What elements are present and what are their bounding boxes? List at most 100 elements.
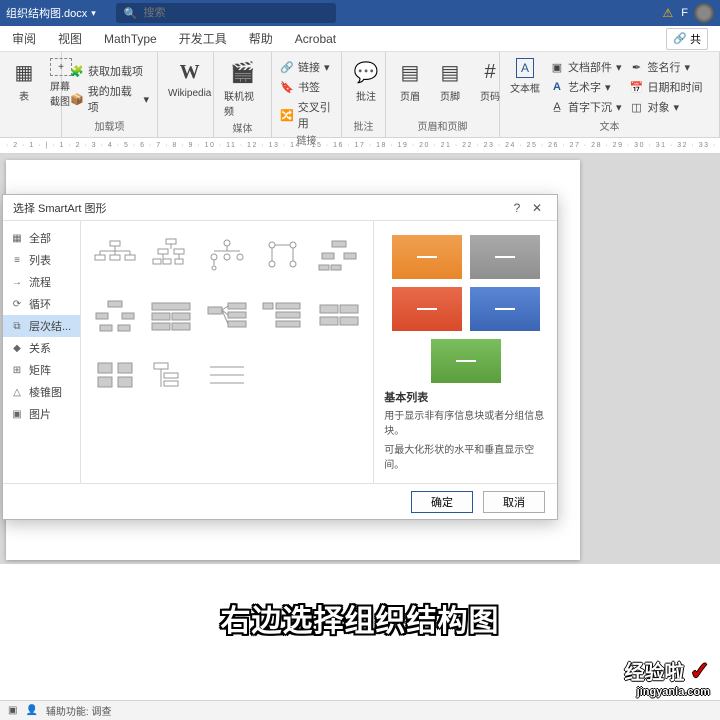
layout-thumb[interactable]: [203, 351, 251, 403]
warning-icon[interactable]: ⚠: [663, 6, 674, 20]
table-button[interactable]: ▦ 表: [8, 56, 40, 105]
layout-thumb[interactable]: [203, 291, 251, 343]
preview-desc-2: 可最大化形状的水平和垂直显示空间。: [384, 443, 547, 473]
cat-relationship[interactable]: ◆关系: [3, 337, 80, 359]
group-addins-label: 加载项: [70, 118, 149, 135]
dialog-title: 选择 SmartArt 图形: [13, 200, 107, 216]
watermark-url: jingyanla.com: [624, 686, 710, 698]
comment-button[interactable]: 💬 批注: [350, 56, 382, 105]
wikipedia-icon: W: [176, 58, 204, 86]
layout-thumb[interactable]: [91, 291, 139, 343]
checkmark-icon: ✓: [690, 658, 710, 685]
process-icon: →: [11, 276, 23, 288]
my-addins-button[interactable]: 📦我的加载项 ▾: [70, 82, 149, 116]
signature-icon: ✒: [630, 60, 644, 74]
smartart-dialog: 选择 SmartArt 图形 ? ✕ ▦全部 ≡列表 →流程 ⟳循环 ⧉层次结.…: [2, 194, 558, 520]
layout-thumb[interactable]: [315, 291, 363, 343]
cat-process[interactable]: →流程: [3, 271, 80, 293]
accessibility-icon[interactable]: 👤: [25, 705, 37, 716]
pyramid-icon: △: [11, 386, 23, 398]
crossref-icon: 🔀: [280, 108, 294, 122]
cancel-button[interactable]: 取消: [483, 491, 545, 513]
dropcap-button[interactable]: A̲首字下沉 ▾: [550, 98, 622, 116]
help-button[interactable]: ?: [507, 201, 527, 215]
bookmark-button[interactable]: 🔖书签: [280, 78, 333, 96]
chevron-down-icon[interactable]: ▾: [91, 8, 96, 19]
layout-thumb[interactable]: [147, 291, 195, 343]
online-video-button[interactable]: 🎬 联机视频: [222, 56, 263, 120]
footer-button[interactable]: ▤页脚: [434, 56, 466, 105]
watermark-brand: 经验啦: [624, 662, 684, 684]
group-headerfooter-label: 页眉和页脚: [394, 118, 491, 135]
layout-thumb[interactable]: [259, 231, 307, 283]
accessibility-status[interactable]: 辅助功能: 调查: [46, 703, 112, 718]
cat-picture[interactable]: ▣图片: [3, 403, 80, 425]
matrix-icon: ⊞: [11, 364, 23, 376]
preview-title: 基本列表: [384, 389, 547, 405]
cat-list[interactable]: ≡列表: [3, 249, 80, 271]
preview-block: [470, 235, 540, 279]
wordart-button[interactable]: A艺术字 ▾: [550, 78, 622, 96]
wikipedia-button[interactable]: W Wikipedia: [166, 56, 213, 101]
tab-mathtype[interactable]: MathType: [104, 32, 157, 46]
preview-block: [392, 287, 462, 331]
wordart-icon: A: [550, 80, 564, 94]
horizontal-ruler[interactable]: · 2 · 1 · | · 1 · 2 · 3 · 4 · 5 · 6 · 7 …: [0, 138, 720, 154]
ok-button[interactable]: 确定: [411, 491, 473, 513]
close-button[interactable]: ✕: [527, 201, 547, 215]
addins-icon: 📦: [70, 92, 84, 106]
share-button[interactable]: 🔗 共: [666, 28, 708, 50]
dialog-titlebar[interactable]: 选择 SmartArt 图形 ? ✕: [3, 195, 557, 220]
parts-button[interactable]: ▣文档部件 ▾: [550, 58, 622, 76]
preview-block: [470, 287, 540, 331]
tab-acrobat[interactable]: Acrobat: [295, 32, 336, 46]
layout-thumb[interactable]: [91, 351, 139, 403]
search-input-container[interactable]: 🔍: [116, 3, 336, 23]
tab-view[interactable]: 视图: [58, 30, 82, 47]
list-icon: ≡: [11, 254, 23, 266]
watermark: 经验啦 ✓ jingyanla.com: [624, 656, 710, 698]
search-input[interactable]: [144, 7, 328, 19]
preview-image: [384, 231, 547, 383]
tab-review[interactable]: 审阅: [12, 30, 36, 47]
video-icon: 🎬: [229, 58, 257, 86]
preview-desc-1: 用于显示非有序信息块或者分组信息块。: [384, 409, 547, 439]
textbox-button[interactable]: A文本框: [508, 56, 542, 97]
cat-hierarchy[interactable]: ⧉层次结...: [3, 315, 80, 337]
header-button[interactable]: ▤页眉: [394, 56, 426, 105]
layout-thumb[interactable]: [147, 351, 195, 403]
cat-matrix[interactable]: ⊞矩阵: [3, 359, 80, 381]
crossref-button[interactable]: 🔀交叉引用: [280, 98, 333, 132]
tab-developer[interactable]: 开发工具: [179, 30, 227, 47]
dropcap-icon: A̲: [550, 100, 564, 114]
display-settings-icon[interactable]: ▣: [8, 705, 17, 716]
signature-button[interactable]: ✒签名行 ▾: [630, 58, 703, 76]
share-label: 共: [690, 31, 701, 47]
layout-thumb[interactable]: [203, 231, 251, 283]
layout-thumb[interactable]: [147, 231, 195, 283]
picture-icon: ▣: [11, 408, 23, 420]
layout-thumb[interactable]: [91, 231, 139, 283]
ribbon: ▦ 表 + 屏幕截图 🧩获取加载项 📦我的加载项 ▾ 加载项 W Wikiped…: [0, 52, 720, 138]
store-icon: 🧩: [70, 64, 84, 78]
search-icon: 🔍: [124, 7, 138, 20]
cat-cycle[interactable]: ⟳循环: [3, 293, 80, 315]
user-initial: F: [681, 7, 688, 19]
layout-thumb[interactable]: [315, 231, 363, 283]
link-button[interactable]: 🔗链接 ▾: [280, 58, 333, 76]
layout-thumb[interactable]: [259, 291, 307, 343]
avatar[interactable]: [694, 3, 714, 23]
share-icon: 🔗: [673, 32, 687, 45]
cat-all[interactable]: ▦全部: [3, 227, 80, 249]
object-button[interactable]: ◫对象 ▾: [630, 98, 703, 116]
tab-help[interactable]: 帮助: [249, 30, 273, 47]
table-icon: ▦: [10, 58, 38, 86]
link-icon: 🔗: [280, 60, 294, 74]
group-media-label: 媒体: [222, 120, 263, 137]
get-addins-button[interactable]: 🧩获取加载项: [70, 62, 149, 80]
layout-gallery: [81, 221, 373, 483]
cat-pyramid[interactable]: △棱锥图: [3, 381, 80, 403]
category-list: ▦全部 ≡列表 →流程 ⟳循环 ⧉层次结... ◆关系 ⊞矩阵 △棱锥图 ▣图片: [3, 221, 81, 483]
datetime-button[interactable]: 📅日期和时间: [630, 78, 703, 96]
video-caption: 右边选择组织结构图: [0, 596, 720, 640]
